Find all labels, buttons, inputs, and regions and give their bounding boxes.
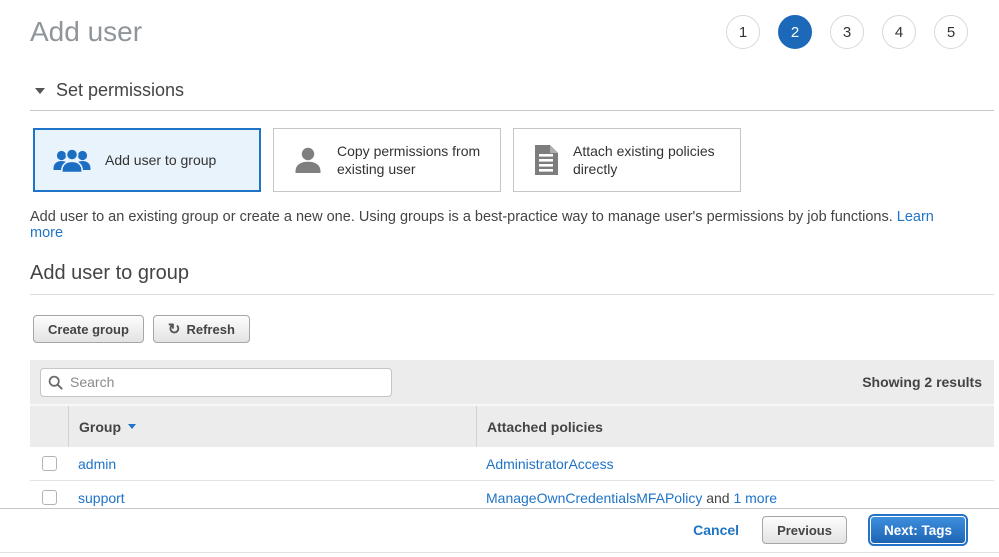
option-card-label: Copy permissions from existing user xyxy=(337,142,492,178)
row-checkbox-cell xyxy=(30,490,68,505)
groups-table: Showing 2 results Group Attached policie… xyxy=(30,360,994,515)
checkbox-column-header xyxy=(30,406,68,447)
option-card-copy-permissions[interactable]: Copy permissions from existing user xyxy=(273,128,501,192)
step-3: 3 xyxy=(830,15,864,49)
column-header-group[interactable]: Group xyxy=(68,406,476,447)
results-count: Showing 2 results xyxy=(862,374,982,390)
group-icon xyxy=(52,147,92,174)
step-5: 5 xyxy=(934,15,968,49)
more-policies-link[interactable]: 1 more xyxy=(733,490,777,506)
section-divider xyxy=(30,294,994,295)
refresh-icon: ↻ xyxy=(168,322,181,337)
policies-cell: ManageOwnCredentialsMFAPolicy and 1 more xyxy=(476,490,994,506)
search-icon xyxy=(48,375,63,395)
step-2-active: 2 xyxy=(778,15,812,49)
group-cell: admin xyxy=(68,456,476,472)
cancel-link[interactable]: Cancel xyxy=(693,522,739,538)
policies-cell: AdministratorAccess xyxy=(476,456,994,472)
policy-joiner-text: and xyxy=(706,490,729,506)
option-card-label: Attach existing policies directly xyxy=(573,142,732,178)
table-row: admin AdministratorAccess xyxy=(30,447,994,481)
row-checkbox[interactable] xyxy=(42,456,57,471)
row-checkbox[interactable] xyxy=(42,490,57,505)
option-card-attach-policies[interactable]: Attach existing policies directly xyxy=(513,128,741,192)
group-toolbar: Create group ↻ Refresh xyxy=(33,315,999,343)
page-title: Add user xyxy=(30,15,142,49)
group-link[interactable]: support xyxy=(78,490,125,506)
permission-option-cards: Add user to group Copy permissions from … xyxy=(33,128,994,192)
search-wrap xyxy=(40,368,392,397)
column-header-attached-policies: Attached policies xyxy=(476,406,994,447)
section-title: Set permissions xyxy=(56,80,184,101)
policy-document-icon xyxy=(532,144,560,176)
refresh-button[interactable]: ↻ Refresh xyxy=(153,315,250,343)
previous-button[interactable]: Previous xyxy=(762,516,847,544)
search-input[interactable] xyxy=(40,368,392,397)
step-4: 4 xyxy=(882,15,916,49)
create-group-button[interactable]: Create group xyxy=(33,315,144,343)
wizard-footer: Cancel Previous Next: Tags xyxy=(0,508,999,557)
row-checkbox-cell xyxy=(30,456,68,471)
next-tags-button[interactable]: Next: Tags xyxy=(870,516,966,544)
sort-descending-icon xyxy=(128,424,136,429)
policy-link[interactable]: AdministratorAccess xyxy=(486,456,614,472)
group-cell: support xyxy=(68,490,476,506)
option-card-add-user-to-group[interactable]: Add user to group xyxy=(33,128,261,192)
user-icon xyxy=(292,144,324,176)
collapse-caret-icon xyxy=(35,88,45,94)
policy-link[interactable]: ManageOwnCredentialsMFAPolicy xyxy=(486,490,702,506)
permissions-description: Add user to an existing group or create … xyxy=(30,209,969,241)
description-text: Add user to an existing group or create … xyxy=(30,209,893,225)
group-link[interactable]: admin xyxy=(78,456,116,472)
table-header-row: Group Attached policies xyxy=(30,406,994,447)
option-card-label: Add user to group xyxy=(105,151,216,169)
set-permissions-section-header[interactable]: Set permissions xyxy=(30,80,994,111)
table-toolbar: Showing 2 results xyxy=(30,360,994,406)
step-1: 1 xyxy=(726,15,760,49)
refresh-button-label: Refresh xyxy=(186,322,234,337)
group-section-title: Add user to group xyxy=(30,262,969,285)
page-header: Add user 1 2 3 4 5 xyxy=(0,0,999,49)
wizard-steps: 1 2 3 4 5 xyxy=(726,15,968,49)
